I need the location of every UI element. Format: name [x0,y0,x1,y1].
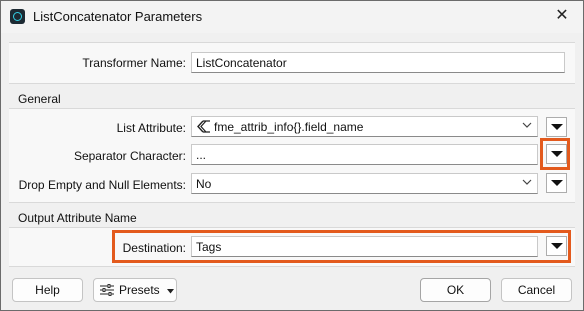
dropdown-arrow-icon [551,124,563,130]
list-attribute-value: fme_attrib_info{}.field_name [214,120,364,134]
list-attribute-combo[interactable]: fme_attrib_info{}.field_name [191,116,538,137]
help-button[interactable]: Help [12,278,83,302]
drop-empty-label: Drop Empty and Null Elements: [18,178,186,192]
dropdown-arrow-icon [551,151,563,157]
fme-app-icon [10,9,25,24]
dialog-window: ListConcatenator Parameters ✕ Transforme… [0,0,584,311]
drop-empty-combo[interactable]: No [191,173,538,194]
window-title: ListConcatenator Parameters [33,9,203,24]
transformer-name-label: Transformer Name: [82,56,186,70]
presets-label: Presets [119,283,160,297]
cancel-button[interactable]: Cancel [501,278,572,302]
chevron-down-icon [522,120,532,130]
chevron-down-icon [522,177,532,187]
general-group-label: General [18,92,61,106]
drop-empty-menu-button[interactable] [546,173,567,193]
close-icon[interactable]: ✕ [551,5,573,27]
list-attribute-menu-button[interactable] [546,117,567,137]
caret-down-icon [167,289,174,294]
title-bar: ListConcatenator Parameters ✕ [1,1,583,33]
separator-label: Separator Character: [73,149,186,163]
separator-input[interactable]: ... [191,144,538,165]
destination-input[interactable]: Tags [191,236,538,257]
sliders-icon [100,284,114,296]
output-group-label: Output Attribute Name [18,211,137,225]
list-attribute-icon [197,120,210,133]
transformer-name-input[interactable]: ListConcatenator [191,52,565,73]
dropdown-arrow-icon [551,243,563,249]
separator-menu-button[interactable] [546,144,567,164]
presets-button[interactable]: Presets [93,278,177,302]
destination-label: Destination: [122,241,186,255]
destination-menu-button[interactable] [546,236,567,256]
ok-button[interactable]: OK [420,278,491,302]
drop-empty-value: No [196,177,212,191]
list-attribute-label: List Attribute: [116,121,186,135]
dropdown-arrow-icon [551,180,563,186]
